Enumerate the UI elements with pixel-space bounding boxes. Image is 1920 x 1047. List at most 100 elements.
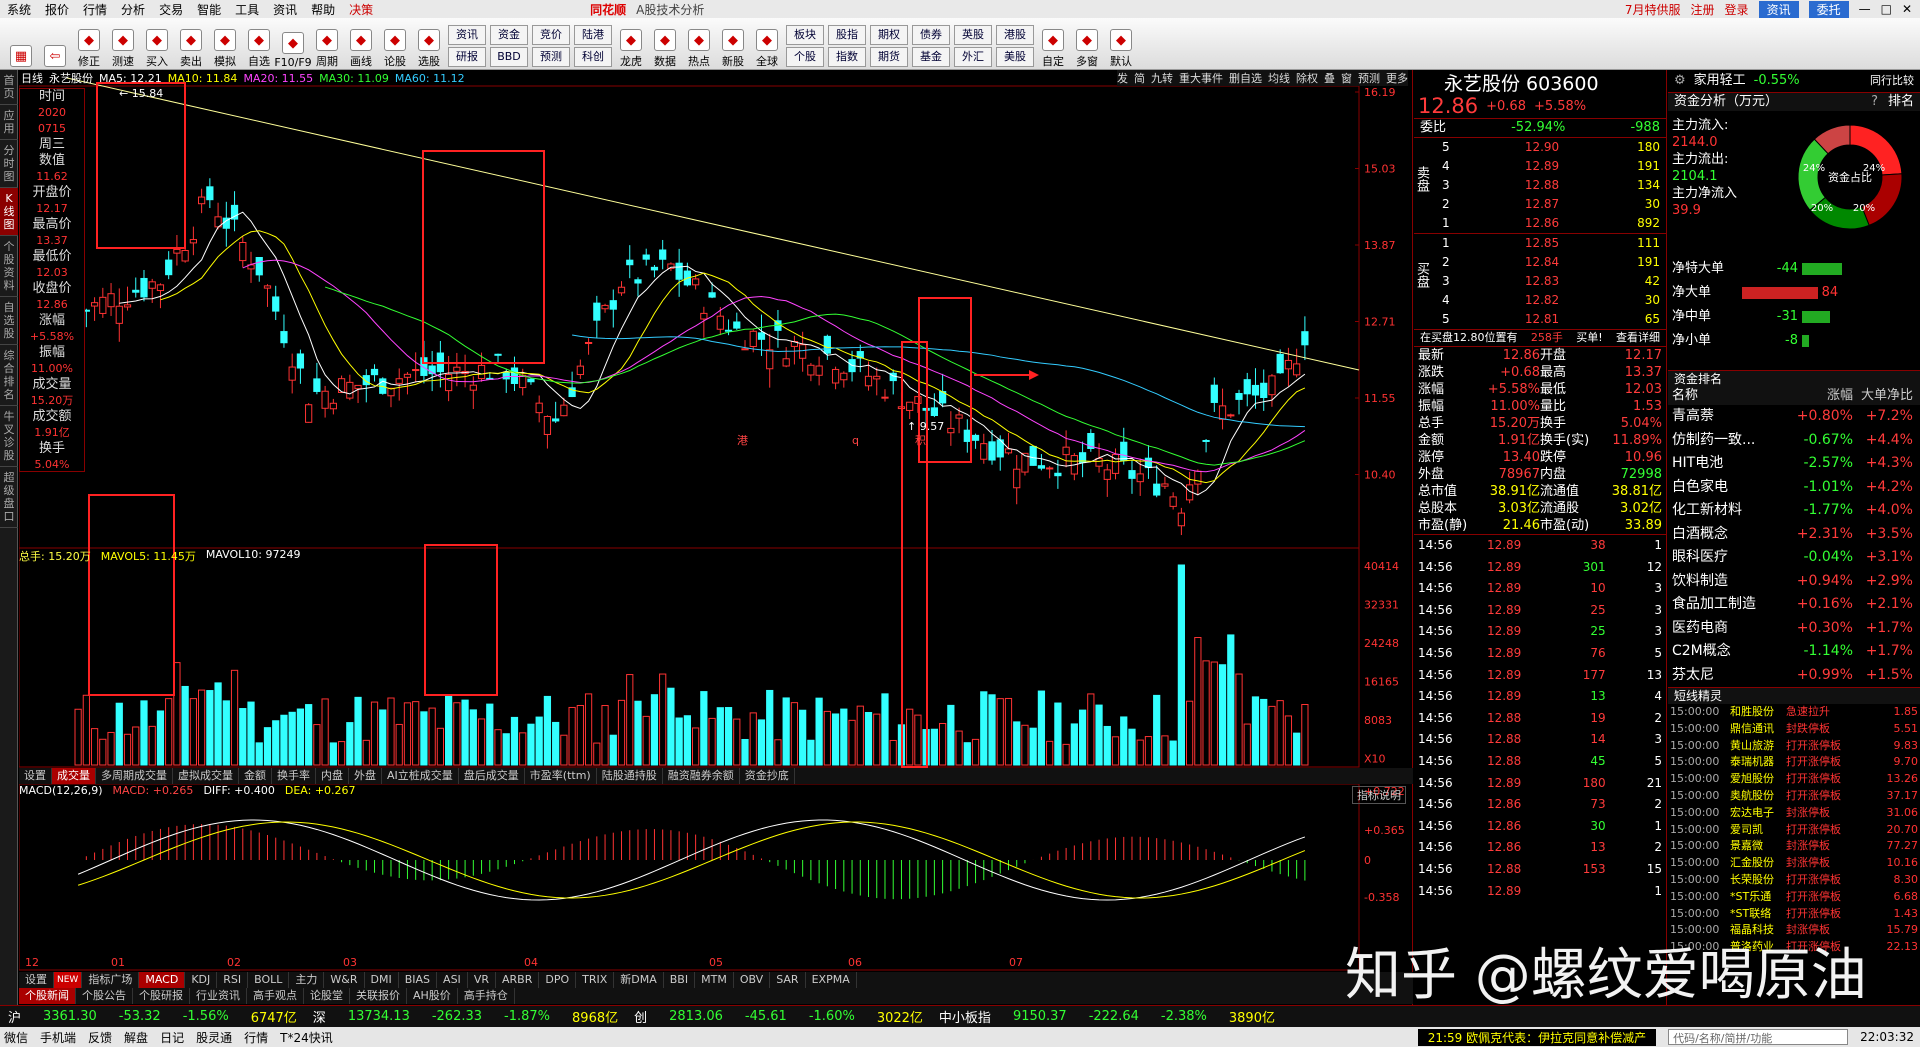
bottom-tab-7[interactable]: 主力 [289,972,325,988]
news-tab-4[interactable]: 高手观点 [247,988,304,1004]
maximize-icon[interactable]: □ [1881,2,1892,16]
kline-chart-area[interactable]: 16.19 15.03 13.87 12.71 11.55 10.40 40414 32331… [19,70,1413,1005]
indicator-tab-3[interactable]: 虚拟成交量 [173,768,239,784]
taskbar-item-0[interactable]: 微信 [4,1029,28,1046]
minimize-icon[interactable]: — [1859,2,1871,16]
indicator-tab-0[interactable]: 设置 [19,768,52,784]
bottom-tab-15[interactable]: TRIX [576,972,615,988]
nav-tab-6[interactable]: 综合排名 [0,345,18,406]
back-button[interactable]: ⇦ [39,21,71,69]
toolbar-pair-1-1[interactable]: BBD [490,47,528,67]
menu-4[interactable]: 交易 [152,1,190,18]
taskbar-item-4[interactable]: 日记 [160,1029,184,1046]
toolbar-btn-2[interactable]: ◆ 买入 [141,21,173,69]
alert-row[interactable]: 15:00:00 汇金股份 封涨停板 10.16 [1668,855,1920,872]
industry-name[interactable]: 家用轻工 [1694,72,1746,90]
toolbar-pair-3-0[interactable]: 陆港 [574,25,612,45]
toolbar-btn-4[interactable]: ◆ 模拟 [209,21,241,69]
chart-tool-8[interactable]: 窗 [1341,70,1352,86]
toolbar-pair2-1-1[interactable]: 指数 [828,47,866,67]
gear-icon[interactable]: ⚙ [1674,72,1686,90]
menu-5[interactable]: 智能 [190,1,228,18]
rank-row[interactable]: 芬太尼 +0.99% +1.5% [1668,664,1920,688]
nav-tab-5[interactable]: 自选股 [0,297,18,345]
taskbar-item-5[interactable]: 股灵通 [196,1029,232,1046]
nav-tab-0[interactable]: 首页 [0,70,18,105]
taskbar-item-2[interactable]: 反馈 [88,1029,112,1046]
nav-tab-8[interactable]: 超级盘口 [0,467,18,528]
taskbar-item-7[interactable]: T*24快讯 [280,1029,333,1046]
indicator-tab-2[interactable]: 多周期成交量 [96,768,173,784]
news-tab-7[interactable]: AH股价 [407,988,458,1004]
indicator-tab-9[interactable]: 盘后成交量 [459,768,525,784]
taskbar-item-6[interactable]: 行情 [244,1029,268,1046]
bottom-tab-9[interactable]: DMI [365,972,399,988]
menu-0[interactable]: 系统 [0,1,38,18]
menubar-link-1[interactable]: 注册 [1691,1,1715,18]
toolbar-pair2-1-0[interactable]: 股指 [828,25,866,45]
bottom-tab-13[interactable]: ARBR [496,972,540,988]
toolbar-btn-1[interactable]: ◆ 测速 [107,21,139,69]
kline-chart-svg[interactable]: 16.19 15.03 13.87 12.71 11.55 10.40 40414 32331… [19,70,1413,1005]
sell-level-1[interactable]: 4 12.89 191 [1436,157,1666,176]
toolbar-btn3-0[interactable]: ◆ 自定 [1037,21,1069,69]
chart-tool-3[interactable]: 重大事件 [1179,70,1223,86]
menu-7[interactable]: 资讯 [266,1,304,18]
chart-tool-4[interactable]: 删自选 [1229,70,1262,86]
buy-level-3[interactable]: 4 12.82 30 [1436,291,1666,310]
menu-3[interactable]: 分析 [114,1,152,18]
toolbar-btn-8[interactable]: ◆ 画线 [345,21,377,69]
chart-tool-0[interactable]: 发 [1117,70,1128,86]
toolbar-btn3-1[interactable]: ◆ 多窗 [1071,21,1103,69]
toolbar-pair2-5-0[interactable]: 港股 [996,25,1034,45]
alert-row[interactable]: 15:00:00 黄山旅游 打开涨停板 9.83 [1668,738,1920,755]
search-input[interactable]: 代码/名称/简拼/功能 [1668,1029,1849,1045]
toolbar-btn-10[interactable]: ◆ 选股 [413,21,445,69]
toolbar-pair-1-0[interactable]: 资金 [490,25,528,45]
nav-tab-7[interactable]: 牛叉诊股 [0,406,18,467]
rank-row[interactable]: 医药电商 +0.30% +1.7% [1668,617,1920,641]
bottom-tab-19[interactable]: OBV [734,972,771,988]
rank-row[interactable]: C2M概念 -1.14% +1.7% [1668,640,1920,664]
bottom-tab-12[interactable]: VR [468,972,496,988]
buy-level-1[interactable]: 2 12.84 191 [1436,253,1666,272]
bottom-tab-1[interactable]: NEW [54,972,83,988]
news-tab-8[interactable]: 高手持仓 [458,988,515,1004]
alert-row[interactable]: 15:00:00 *ST联络 打开涨停板 1.43 [1668,906,1920,923]
alert-row[interactable]: 15:00:00 宏达电子 封涨停板 31.06 [1668,805,1920,822]
rank-row[interactable]: 饮料制造 +0.94% +2.9% [1668,570,1920,594]
menu-2[interactable]: 行情 [76,1,114,18]
toolbar-pair2-0-0[interactable]: 板块 [786,25,824,45]
chart-tool-2[interactable]: 九转 [1151,70,1173,86]
toolbar-pair-2-1[interactable]: 预测 [532,47,570,67]
toolbar-pair2-5-1[interactable]: 美股 [996,47,1034,67]
bottom-tab-10[interactable]: BIAS [399,972,438,988]
bottom-tab-20[interactable]: SAR [770,972,806,988]
rank-row[interactable]: 眼科医疗 -0.04% +3.1% [1668,546,1920,570]
menu-1[interactable]: 报价 [38,1,76,18]
rank-row[interactable]: 仿制药一致... -0.67% +4.4% [1668,429,1920,453]
alert-row[interactable]: 15:00:00 爱司凯 打开涨停板 20.70 [1668,822,1920,839]
indicator-tab-10[interactable]: 市盈率(ttm) [525,768,597,784]
toolbar-btn2-4[interactable]: ◆ 全球 [751,21,783,69]
bottom-tab-0[interactable]: 设置 [19,972,54,988]
alert-row[interactable]: 15:00:00 泰瑞机器 打开涨停板 9.70 [1668,754,1920,771]
nav-tab-4[interactable]: 个股资料 [0,236,18,297]
menu-6[interactable]: 工具 [228,1,266,18]
rank-row[interactable]: 白色家电 -1.01% +4.2% [1668,476,1920,500]
chart-tool-6[interactable]: 除权 [1296,70,1318,86]
toolbar-btn2-1[interactable]: ◆ 数据 [649,21,681,69]
nav-tab-3[interactable]: K线图 [0,188,18,236]
toolbar-pair2-0-1[interactable]: 个股 [786,47,824,67]
rank-head-1[interactable]: 涨幅 [1787,387,1853,405]
alert-row[interactable]: 15:00:00 *ST乐通 打开涨停板 6.68 [1668,889,1920,906]
index-0[interactable]: 沪 3361.30 -53.32 -1.56% 6747亿 [0,1007,305,1026]
bottom-tab-18[interactable]: MTM [695,972,734,988]
chart-period[interactable]: 日线 [21,70,43,86]
toolbar-btn2-3[interactable]: ◆ 新股 [717,21,749,69]
toolbar-btn-9[interactable]: ◆ 论股 [379,21,411,69]
chart-tool-1[interactable]: 简 [1134,70,1145,86]
menu-9[interactable]: 决策 [342,1,380,18]
toolbar-pair-0-1[interactable]: 研报 [448,47,486,67]
alert-row[interactable]: 15:00:00 奥航股份 打开涨停板 37.17 [1668,788,1920,805]
